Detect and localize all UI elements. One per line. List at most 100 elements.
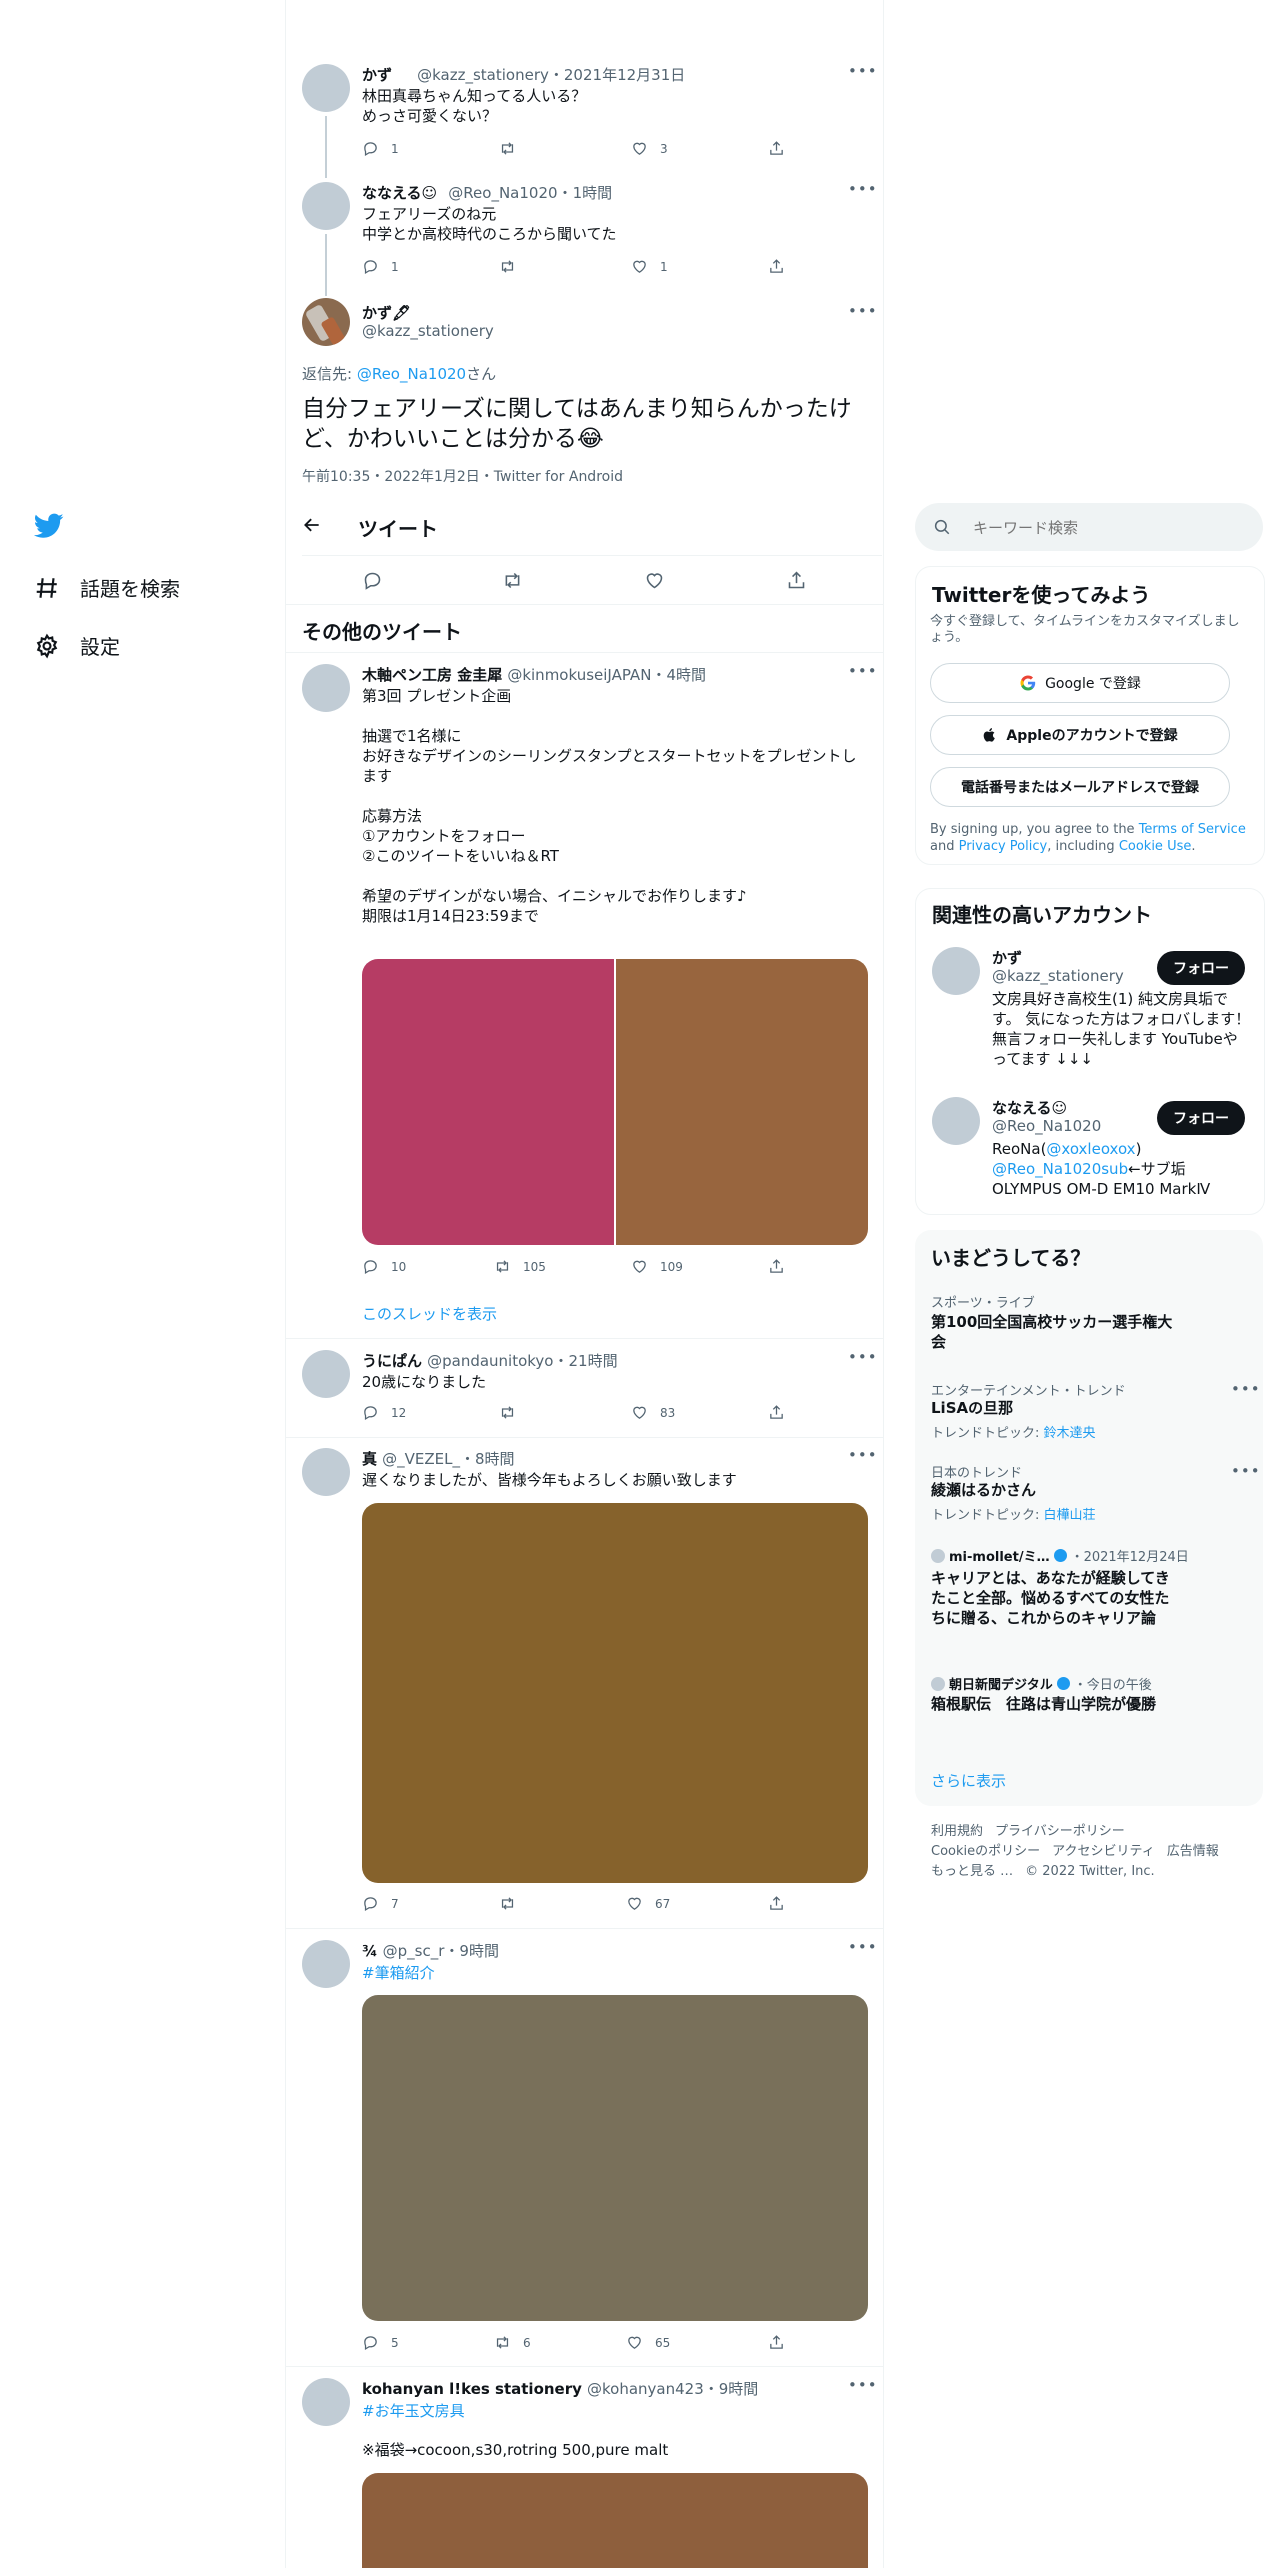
tweet-author-name[interactable]: ¾ [362, 1942, 378, 1960]
footer-cookie-link[interactable]: Cookieのポリシー [931, 1844, 1040, 1859]
cookie-link[interactable]: Cookie Use [1119, 839, 1192, 854]
tweet-author-handle[interactable]: @kinmokuseiJAPAN [507, 666, 651, 684]
tweet-time[interactable]: 8時間 [475, 1450, 515, 1468]
share-button[interactable] [768, 2334, 785, 2351]
like-button[interactable]: 1 [631, 258, 668, 275]
like-button[interactable]: 65 [626, 2334, 670, 2351]
show-more-link[interactable]: さらに表示 [931, 1770, 1006, 1791]
avatar[interactable] [302, 1940, 350, 1988]
share-button[interactable] [768, 1895, 785, 1912]
account-name[interactable]: ななえる☺︎ [992, 1097, 1067, 1118]
reply-button[interactable]: 10 [362, 1258, 406, 1275]
reply-to-link[interactable]: @Reo_Na1020 [357, 365, 466, 383]
tweet-media[interactable] [362, 2473, 868, 2568]
more-options-icon[interactable]: ••• [848, 2376, 878, 2394]
share-button[interactable] [768, 140, 785, 157]
avatar[interactable] [302, 298, 350, 346]
nav-explore[interactable]: 話題を検索 [34, 573, 180, 602]
tweet-time[interactable]: 2021年12月31日 [564, 66, 685, 84]
tweet-author-name[interactable]: かず🖋 [362, 302, 411, 323]
terms-link[interactable]: Terms of Service [1139, 822, 1246, 837]
bio-mention-link[interactable]: @xoxleoxox [1046, 1140, 1135, 1158]
account-name[interactable]: かず [992, 947, 1022, 968]
like-button[interactable]: 109 [631, 1258, 683, 1275]
like-button[interactable]: 3 [631, 140, 668, 157]
more-options-icon[interactable]: ••• [848, 180, 878, 198]
reply-button[interactable]: 5 [362, 2334, 399, 2351]
tweet-author-handle[interactable]: @kazz_stationery [362, 322, 494, 340]
retweet-button[interactable] [499, 1404, 528, 1421]
hashtag-link[interactable]: #お年玉文房具 [362, 2400, 465, 2421]
tweet-author-handle[interactable]: @_VEZEL_ [382, 1450, 460, 1468]
avatar[interactable] [302, 182, 350, 230]
bio-mention-link[interactable]: @Reo_Na1020sub [992, 1160, 1128, 1178]
phone-email-signup-button[interactable]: 電話番号またはメールアドレスで登録 [930, 767, 1230, 807]
account-handle[interactable]: @kazz_stationery [992, 967, 1124, 985]
more-options-icon[interactable]: ••• [848, 662, 878, 680]
show-thread-link[interactable]: このスレッドを表示 [362, 1303, 497, 1324]
avatar[interactable] [932, 947, 980, 995]
footer-terms-link[interactable]: 利用規約 [931, 1824, 983, 1839]
footer-accessibility-link[interactable]: アクセシビリティ [1052, 1844, 1155, 1859]
account-handle[interactable]: @Reo_Na1020 [992, 1117, 1101, 1135]
avatar[interactable] [302, 64, 350, 112]
like-button[interactable]: 83 [631, 1404, 675, 1421]
back-arrow-icon[interactable] [302, 515, 322, 539]
reply-button[interactable]: 7 [362, 1895, 399, 1912]
follow-button[interactable]: フォロー [1157, 951, 1245, 985]
reply-button[interactable]: 1 [362, 140, 399, 157]
privacy-link[interactable]: Privacy Policy [959, 839, 1048, 854]
more-options-icon[interactable]: ••• [848, 302, 878, 320]
more-options-icon[interactable]: ••• [1231, 1380, 1261, 1398]
tweet-author-name[interactable]: 木軸ペン工房 金圭犀 [362, 666, 502, 684]
tweet-author-name[interactable]: かず [362, 66, 392, 84]
trend-topic-link[interactable]: 鈴木達央 [1044, 1426, 1096, 1441]
twitter-logo-icon[interactable] [33, 513, 64, 543]
footer-privacy-link[interactable]: プライバシーポリシー [995, 1824, 1125, 1839]
tweet-author-handle[interactable]: @p_sc_r [383, 1942, 445, 1960]
retweet-button[interactable] [499, 1895, 528, 1912]
tweet-media[interactable] [362, 1503, 868, 1883]
share-button[interactable] [768, 258, 785, 275]
avatar[interactable] [302, 2378, 350, 2426]
avatar[interactable] [302, 664, 350, 712]
trend-topic-link[interactable]: 白樺山荘 [1044, 1508, 1096, 1523]
tweet-author-name[interactable]: ななえる☺︎ [362, 184, 437, 202]
footer-ads-link[interactable]: 広告情報 [1167, 1844, 1219, 1859]
avatar[interactable] [302, 1448, 350, 1496]
more-options-icon[interactable]: ••• [1231, 1462, 1261, 1480]
retweet-button[interactable]: 6 [494, 2334, 531, 2351]
avatar[interactable] [932, 1097, 980, 1145]
follow-button[interactable]: フォロー [1157, 1101, 1245, 1135]
tweet-author-handle[interactable]: @Reo_Na1020 [448, 184, 557, 202]
share-button[interactable] [768, 1258, 785, 1275]
retweet-button[interactable] [502, 570, 523, 591]
tweet-time[interactable]: 1時間 [573, 184, 613, 202]
main-tweet-meta[interactable]: 午前10:35・2022年1月2日・Twitter for Android [302, 466, 623, 486]
search-box[interactable] [915, 503, 1263, 551]
tweet-time[interactable]: 4時間 [666, 666, 706, 684]
search-input[interactable] [971, 515, 1245, 541]
footer-more-link[interactable]: もっと見る … [931, 1864, 1013, 1879]
tweet-time[interactable]: 21時間 [569, 1352, 618, 1370]
tweet-author-name[interactable]: 真 [362, 1450, 377, 1468]
like-button[interactable]: 67 [626, 1895, 670, 1912]
google-signup-button[interactable]: Google で登録 [930, 663, 1230, 703]
more-options-icon[interactable]: ••• [848, 1348, 878, 1366]
retweet-button[interactable]: 105 [494, 1258, 546, 1275]
tweet-media[interactable] [362, 1995, 868, 2321]
share-button[interactable] [786, 570, 807, 591]
media-image[interactable] [362, 959, 616, 1245]
hashtag-link[interactable]: #筆箱紹介 [362, 1962, 435, 1983]
tweet-time[interactable]: 9時間 [719, 2380, 759, 2398]
more-options-icon[interactable]: ••• [848, 1938, 878, 1956]
tweet-author-handle[interactable]: @pandaunitokyo [427, 1352, 553, 1370]
reply-button[interactable]: 12 [362, 1404, 406, 1421]
tweet-media[interactable] [362, 959, 868, 1245]
trend-item[interactable]: 第100回全国高校サッカー選手権大会 [931, 1312, 1176, 1352]
retweet-button[interactable] [499, 258, 528, 275]
reply-button[interactable]: 1 [362, 258, 399, 275]
more-options-icon[interactable]: ••• [848, 1446, 878, 1464]
like-button[interactable] [644, 570, 665, 591]
apple-signup-button[interactable]: Appleのアカウントで登録 [930, 715, 1230, 755]
